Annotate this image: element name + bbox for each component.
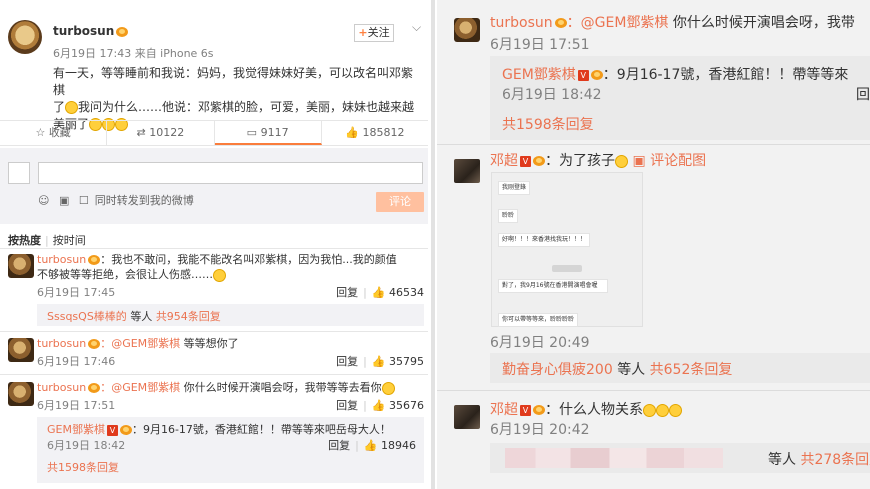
member-icon [554,18,567,28]
comment-ops: 回复 | 👍 46534 [336,286,424,299]
image-icon: ▣ [632,153,646,169]
comment-item: 邓超V：什么人物关系 6月19日 20:42 等人 共278条回复 [437,391,870,489]
reply-summary[interactable]: SssqsQS棒棒的 等人 共954条回复 [37,304,424,326]
sort-tabs: 按热度 | 按时间 [8,234,86,247]
post-author[interactable]: turbosun [53,24,129,38]
thumbs-up-icon[interactable]: 👍 [372,286,386,299]
grin-emoji-icon [615,154,628,168]
current-user-avatar [8,162,30,184]
member-icon [590,70,603,80]
laugh-emoji-icon [643,403,656,417]
comment-item: turbosun ：@GEM鄧紫棋 你什么时候开演唱会呀，我带 6月19日 17:… [437,0,870,148]
comment-item: turbosun ：@GEM鄧紫棋 你什么时候开演唱会呀，我带等等去看你 6月19… [0,380,428,485]
reply-button[interactable]: 回复 [336,286,358,299]
commenter-avatar[interactable] [454,159,480,183]
commenter-avatar[interactable] [8,338,34,362]
laugh-emoji-icon [656,403,669,417]
repost-checkbox[interactable]: ☐ [79,194,89,207]
verified-icon: V [106,424,118,436]
thumbs-up-icon[interactable]: 👍 [372,399,386,412]
sad-emoji-icon [213,268,226,282]
thumbs-up-icon: 👍 [345,126,359,139]
verified-icon: V [577,69,589,81]
member-icon [533,156,545,166]
commenter-avatar[interactable] [8,382,34,406]
composer-tools: ☺ ▣ ☐ 同时转发到我的微博 [38,194,194,207]
comment-button[interactable]: ▭ 9117 [214,121,322,145]
member-icon [119,425,132,435]
repost-button[interactable]: ⇄ 10122 [107,121,215,145]
thumbs-up-icon[interactable]: 👍 [372,355,386,368]
reply-ops: 回复 | 👍 18946 [328,439,416,452]
star-icon: ☆ [35,126,46,139]
like-button[interactable]: 👍 185812 [322,121,428,145]
reply-button[interactable]: 回复 [336,355,358,368]
thumbs-up-icon[interactable]: 👍 [364,439,378,452]
plus-icon: + [358,26,368,39]
repost-icon: ⇄ [136,126,146,139]
comment-attached-image[interactable]: 我刚登錄 聆聆 好啊！！！來香港找我玩！！！ 對了，我9月16號在香港開演唱會喔… [491,172,643,327]
comment-composer [0,148,428,224]
reply-button[interactable]: 回 [856,84,870,104]
comment-item: turbosun ：@GEM鄧紫棋 等等想你了 6月19日 17:46 回复 | 👍 … [0,336,428,376]
reply-box: GEM鄧紫棋 V ：9月16-17號，香港紅館！！帶等等來吧岳母大人！ 6月19日 … [37,417,424,483]
sort-by-time[interactable]: 按时间 [53,234,86,247]
smile-emoji-icon [381,381,395,395]
commenter-avatar[interactable] [8,254,34,278]
reply-button[interactable]: 回复 [336,399,358,412]
member-icon [533,405,545,415]
smile-emoji-icon [65,101,79,114]
comment-ops: 回复 | 👍 35795 [336,355,424,368]
favorite-button[interactable]: ☆ 收藏 [0,121,108,145]
reply-count-link[interactable]: 共1598条回复 [47,461,119,474]
post-meta: 6月19日 17:43 来自 iPhone 6s [53,47,214,60]
member-icon [88,339,101,349]
comment-item: turbosun ：我也不敢问，我能不能改名叫邓紫棋，因为我怕...我的颜值 不够… [0,252,428,332]
reply-summary[interactable]: 勤奋身心俱疲200 等人 共652条回复 [490,353,870,383]
blurred-usernames [505,448,723,468]
reply-box: GEM鄧紫棋 V ：9月16-17號，香港紅館！！帶等等來 6月19日 18:42 … [490,56,870,140]
reply-count-link[interactable]: 共1598条回复 [502,117,594,133]
sort-by-hot[interactable]: 按热度 [8,234,41,247]
member-icon [88,383,101,393]
commenter-avatar[interactable] [454,405,480,429]
chat-timestamp [552,265,582,272]
laugh-emoji-icon [669,403,682,417]
panel-divider [431,0,435,489]
comment-input[interactable] [38,162,423,184]
user-avatar[interactable] [8,20,42,54]
member-icon [88,255,101,265]
image-icon[interactable]: ▣ [59,194,69,207]
submit-comment-button[interactable]: 评论 [376,192,424,212]
emoji-icon[interactable]: ☺ [38,194,49,207]
commenter-avatar[interactable] [454,18,480,42]
chevron-down-icon[interactable]: ⌵ [412,20,421,35]
post-action-bar: ☆ 收藏 ⇄ 10122 ▭ 9117 👍 185812 [0,120,428,146]
comment-icon: ▭ [246,126,258,139]
comment-ops: 回复 | 👍 35676 [336,399,424,412]
follow-button[interactable]: +关注 [354,24,394,42]
member-icon [116,26,129,37]
reply-button[interactable]: 回复 [328,439,350,452]
verified-icon: V [520,155,531,167]
verified-icon: V [520,404,531,416]
weibo-post-panel: turbosun 6月19日 17:43 来自 iPhone 6s +关注 ⌵ … [0,0,428,489]
comment-image-link[interactable]: ▣ 评论配图 [632,153,706,169]
